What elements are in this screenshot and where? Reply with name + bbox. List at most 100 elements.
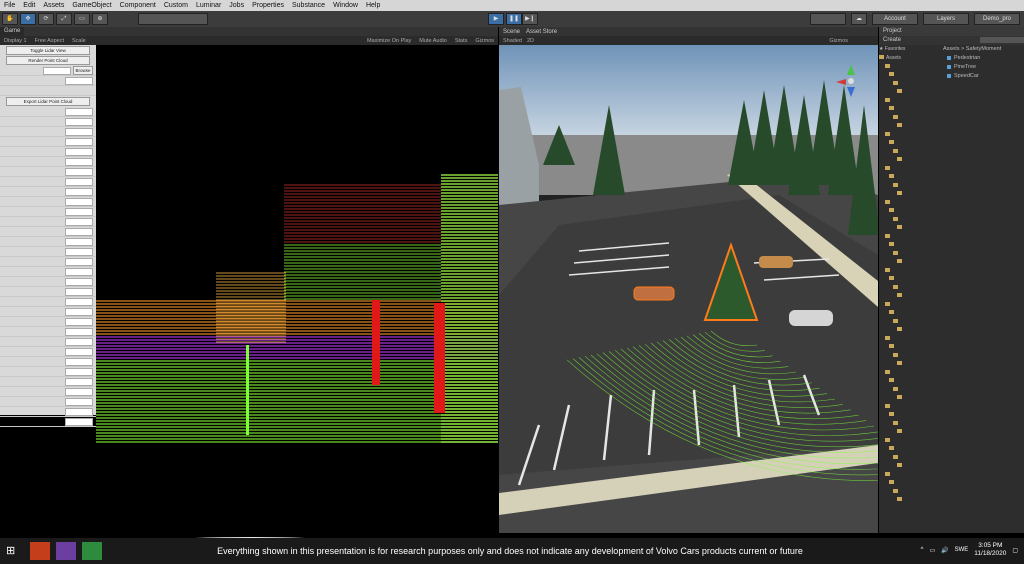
settings-field[interactable] (65, 297, 93, 306)
settings-field[interactable] (65, 247, 93, 256)
settings-row[interactable] (0, 237, 96, 247)
tree-folder-item[interactable] (879, 377, 939, 386)
clock[interactable]: 3:05 PM 11/18/2020 (974, 542, 1006, 558)
settings-field[interactable] (65, 127, 93, 136)
settings-row[interactable] (0, 86, 96, 96)
collab-button[interactable] (810, 13, 846, 25)
tree-folder-item[interactable] (879, 88, 939, 97)
menu-item[interactable]: File (0, 2, 19, 9)
settings-field[interactable] (65, 117, 93, 126)
settings-field[interactable] (65, 137, 93, 146)
game-tab[interactable]: Game (0, 27, 25, 36)
play-button[interactable]: ▶ (488, 13, 504, 25)
settings-row[interactable] (0, 207, 96, 217)
tree-folder-item[interactable] (879, 300, 939, 309)
tree-folder-item[interactable] (879, 309, 939, 318)
scene-viewport[interactable] (499, 45, 878, 533)
settings-field[interactable] (65, 327, 93, 336)
settings-row[interactable] (0, 387, 96, 397)
scene-tab[interactable]: Scene (503, 29, 520, 35)
rect-tool-button[interactable]: ▭ (74, 13, 90, 25)
tree-folder-item[interactable] (879, 181, 939, 190)
tree-folder-item[interactable] (879, 266, 939, 275)
settings-row[interactable] (0, 137, 96, 147)
scene-gizmos-dropdown[interactable]: Gizmos (829, 38, 878, 44)
settings-row[interactable] (0, 357, 96, 367)
settings-field[interactable] (65, 317, 93, 326)
render-point-cloud-button[interactable]: Render Point Cloud (6, 56, 90, 65)
asset-item[interactable]: Pedestrian (941, 54, 1024, 63)
maximize-toggle[interactable]: Maximize On Play (367, 38, 411, 44)
tree-folder-item[interactable] (879, 351, 939, 360)
menu-item[interactable]: Assets (39, 2, 68, 9)
settings-field[interactable] (65, 387, 93, 396)
settings-row[interactable] (0, 277, 96, 287)
tree-folder-item[interactable] (879, 130, 939, 139)
transform-tool-button[interactable]: ⊕ (92, 13, 108, 25)
tree-folder-item[interactable] (879, 496, 939, 505)
tree-folder-item[interactable] (879, 470, 939, 479)
settings-row[interactable] (0, 257, 96, 267)
tree-folder-item[interactable] (879, 164, 939, 173)
settings-row[interactable] (0, 197, 96, 207)
settings-row[interactable] (0, 397, 96, 407)
tree-folder-item[interactable] (879, 428, 939, 437)
tree-folder-item[interactable] (879, 292, 939, 301)
browse-button[interactable]: Browse (73, 66, 93, 75)
settings-row[interactable] (0, 177, 96, 187)
settings-field[interactable] (65, 377, 93, 386)
step-button[interactable]: ▶❙ (522, 13, 538, 25)
settings-field[interactable] (65, 407, 93, 416)
path-field[interactable] (43, 66, 71, 75)
tree-folder-item[interactable] (879, 105, 939, 114)
settings-row[interactable] (0, 297, 96, 307)
settings-row[interactable] (0, 337, 96, 347)
shading-dropdown[interactable]: Shaded (503, 38, 522, 44)
settings-row[interactable] (0, 317, 96, 327)
mute-toggle[interactable]: Mute Audio (419, 38, 447, 44)
menu-item[interactable]: Custom (160, 2, 192, 9)
settings-field[interactable] (65, 367, 93, 376)
settings-row[interactable] (0, 147, 96, 157)
create-dropdown[interactable]: Create (883, 36, 901, 45)
tree-folder-item[interactable] (879, 283, 939, 292)
settings-row[interactable] (0, 157, 96, 167)
menu-item[interactable]: Edit (19, 2, 39, 9)
asset-item[interactable]: PineTree (941, 63, 1024, 72)
visual-studio-icon[interactable] (56, 542, 76, 560)
settings-field[interactable] (65, 227, 93, 236)
asset-item[interactable]: SpeedCar (941, 72, 1024, 81)
account-dropdown[interactable]: Account (872, 13, 918, 25)
settings-field[interactable] (65, 397, 93, 406)
settings-row[interactable] (0, 267, 96, 277)
settings-field[interactable] (65, 157, 93, 166)
settings-row[interactable] (0, 327, 96, 337)
settings-field[interactable] (65, 357, 93, 366)
settings-row[interactable] (0, 217, 96, 227)
network-icon[interactable]: ▭ (929, 547, 935, 554)
tree-folder-item[interactable] (879, 96, 939, 105)
settings-row[interactable] (0, 247, 96, 257)
tree-folder-item[interactable] (879, 147, 939, 156)
settings-field[interactable] (65, 147, 93, 156)
tree-folder-item[interactable] (879, 368, 939, 377)
settings-field[interactable] (65, 337, 93, 346)
tree-folder-item[interactable] (879, 326, 939, 335)
menu-item[interactable]: GameObject (68, 2, 115, 9)
menu-item[interactable]: Component (116, 2, 160, 9)
tree-folder-item[interactable] (879, 436, 939, 445)
tree-folder-item[interactable] (879, 317, 939, 326)
volume-icon[interactable]: 🔊 (941, 547, 948, 554)
tree-folder-item[interactable] (879, 173, 939, 182)
hand-tool-button[interactable]: ✋ (2, 13, 18, 25)
tree-folder-item[interactable] (879, 207, 939, 216)
settings-row[interactable] (0, 117, 96, 127)
tree-folder-item[interactable] (879, 462, 939, 471)
tree-folder-item[interactable] (879, 79, 939, 88)
tree-folder-item[interactable] (879, 258, 939, 267)
tree-folder-item[interactable] (879, 139, 939, 148)
gizmos-dropdown[interactable]: Gizmos (475, 38, 498, 44)
settings-row[interactable]: Browse (0, 66, 96, 76)
unity-icon[interactable] (82, 542, 102, 560)
settings-row[interactable] (0, 167, 96, 177)
